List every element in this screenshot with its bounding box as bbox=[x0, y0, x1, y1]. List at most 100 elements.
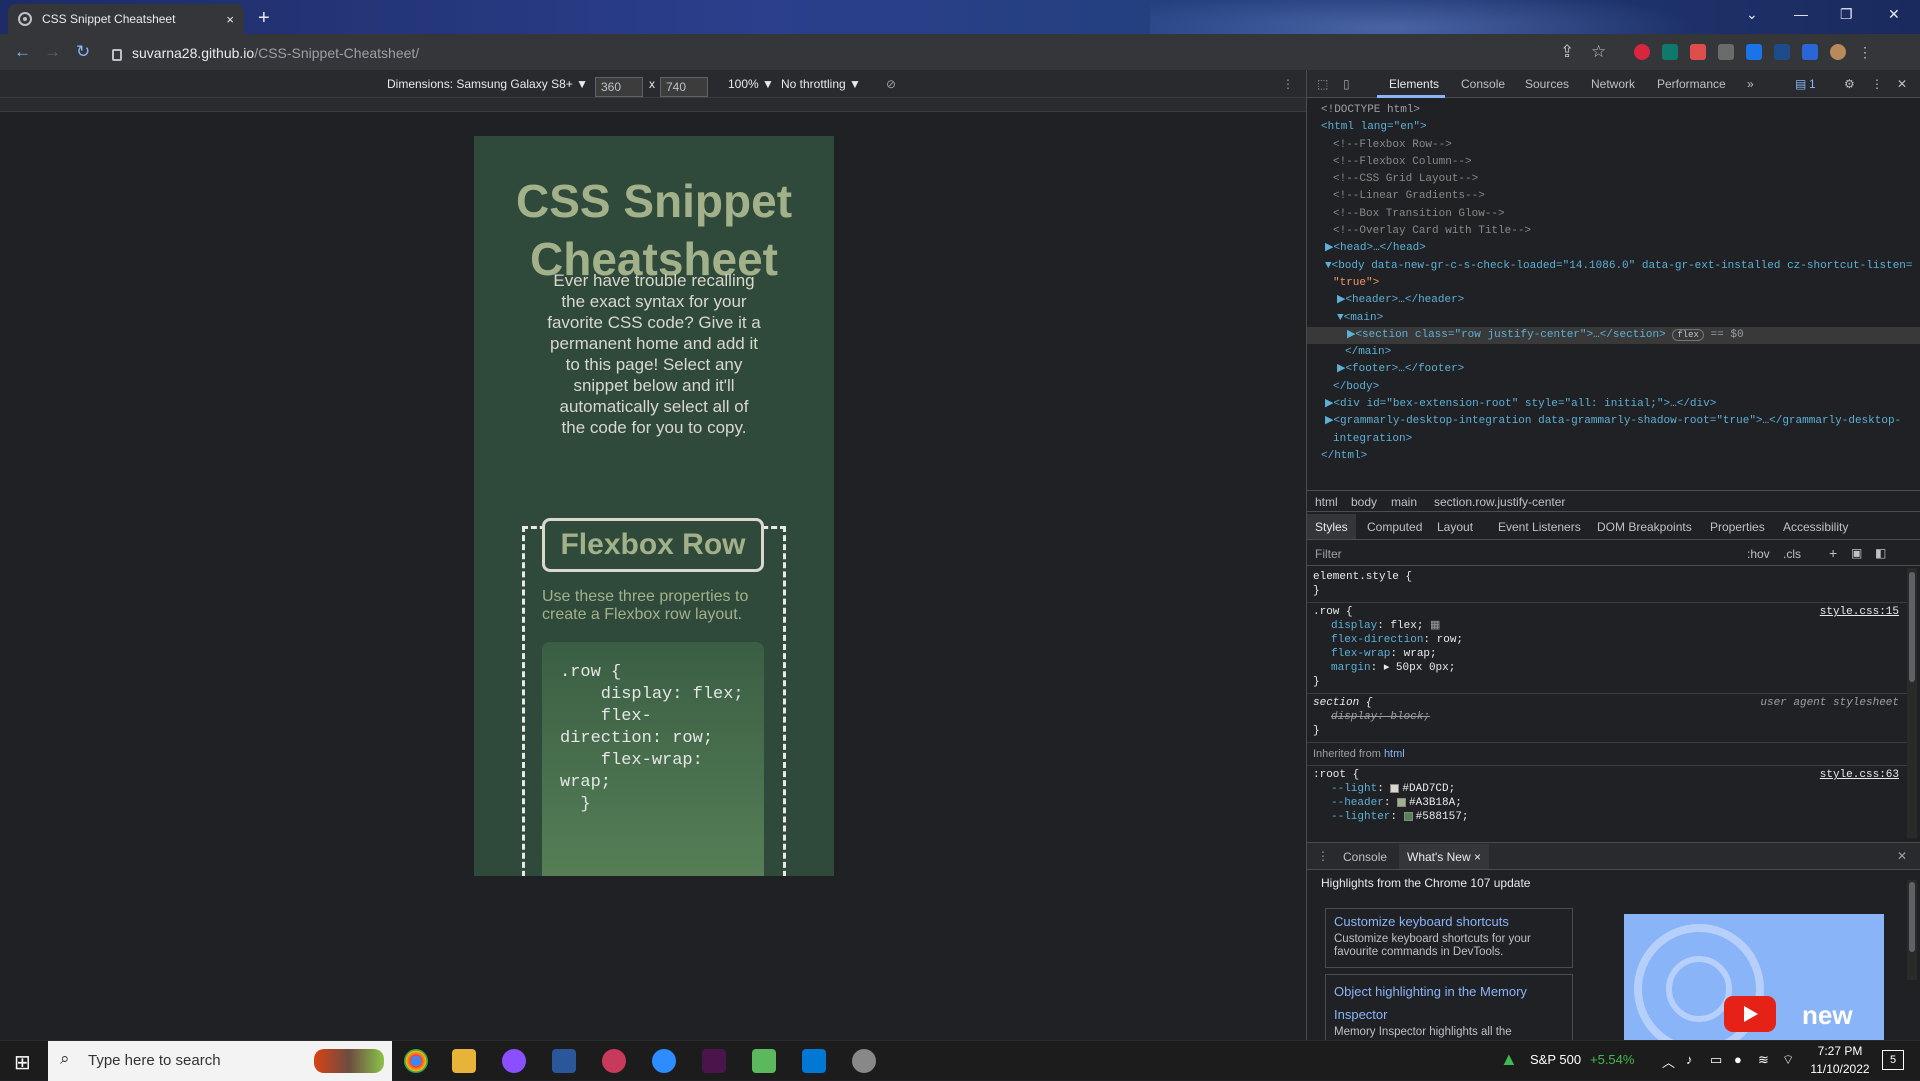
device-toggle-icon[interactable]: ▯ bbox=[1343, 77, 1350, 91]
tab-search-icon[interactable]: ⌄ bbox=[1746, 6, 1758, 23]
css-variable[interactable]: --header: #A3B18A; bbox=[1313, 796, 1901, 810]
snippet-code-block[interactable]: .row { display: flex; flex- direction: r… bbox=[542, 642, 764, 876]
tab-network[interactable]: Network bbox=[1591, 77, 1635, 91]
new-rule-icon[interactable]: + bbox=[1829, 545, 1837, 561]
css-variable[interactable]: --lighter: #588157; bbox=[1313, 810, 1901, 824]
breadcrumb-html[interactable]: html bbox=[1315, 495, 1338, 509]
tab-dom-breakpoints[interactable]: DOM Breakpoints bbox=[1597, 520, 1692, 534]
notification-badge[interactable]: 5 bbox=[1882, 1050, 1904, 1070]
color-swatch[interactable] bbox=[1397, 797, 1407, 807]
device-dimensions-select[interactable]: Dimensions: Samsung Galaxy S8+ ▼ bbox=[387, 77, 588, 91]
drawer-scrollbar[interactable] bbox=[1907, 880, 1917, 980]
zoom-icon[interactable] bbox=[652, 1049, 676, 1073]
dom-node-grammarly-cont[interactable]: integration> bbox=[1307, 431, 1920, 448]
media-query-ruler[interactable] bbox=[0, 98, 1306, 112]
dom-node-header[interactable]: ▶<header>…</header> bbox=[1307, 292, 1920, 309]
dom-node-footer[interactable]: ▶<footer>…</footer> bbox=[1307, 361, 1920, 378]
issues-badge[interactable]: 1 bbox=[1809, 77, 1816, 91]
section-rule[interactable]: section { user agent stylesheet display:… bbox=[1307, 694, 1907, 743]
drawer-tab-console[interactable]: Console bbox=[1343, 850, 1387, 864]
url-field[interactable]: suvarna28.github.io /CSS-Snippet-Cheatsh… bbox=[112, 41, 1552, 65]
styles-scrollbar[interactable] bbox=[1907, 568, 1917, 838]
whats-new-item-title[interactable]: Customize keyboard shortcuts bbox=[1334, 914, 1564, 929]
tab-close-button[interactable]: × bbox=[226, 12, 234, 27]
minimize-button[interactable]: — bbox=[1794, 6, 1808, 22]
clock-time[interactable]: 7:27 PM bbox=[1808, 1044, 1872, 1058]
settings-gear-icon[interactable]: ⚙ bbox=[1844, 77, 1855, 91]
whats-new-item-title[interactable]: Object highlighting in the Memory Inspec… bbox=[1334, 980, 1564, 1026]
tab-computed[interactable]: Computed bbox=[1367, 520, 1422, 534]
dom-node-body-cont[interactable]: "true"> bbox=[1307, 275, 1920, 292]
battery-icon[interactable]: ▭ bbox=[1710, 1052, 1722, 1068]
css-variable[interactable]: --light: #DAD7CD; bbox=[1313, 782, 1901, 796]
photos-icon[interactable] bbox=[602, 1049, 626, 1073]
tray-overflow-icon[interactable]: ︿ bbox=[1662, 1052, 1675, 1071]
video-extension-icon[interactable] bbox=[1690, 44, 1706, 60]
css-declaration-overridden[interactable]: display: block; bbox=[1313, 710, 1901, 724]
bookmark-star-icon[interactable]: ☆ bbox=[1591, 42, 1606, 62]
chrome-update-video-thumbnail[interactable]: new bbox=[1624, 914, 1884, 1040]
youtube-play-icon[interactable] bbox=[1724, 996, 1776, 1032]
height-input[interactable]: 740 bbox=[660, 77, 708, 97]
outlook-icon[interactable] bbox=[552, 1049, 576, 1073]
flex-badge[interactable]: flex bbox=[1672, 328, 1704, 341]
drawer-menu-icon[interactable]: ⋮ bbox=[1317, 849, 1329, 863]
network-icon[interactable]: ≋ bbox=[1758, 1052, 1769, 1068]
dom-node-body-close[interactable]: </body> bbox=[1307, 379, 1920, 396]
color-swatch[interactable] bbox=[1403, 811, 1413, 821]
devtools-close-icon[interactable]: ✕ bbox=[1897, 77, 1907, 91]
sidebar-extension-icon[interactable] bbox=[1802, 44, 1818, 60]
tab-elements[interactable]: Elements bbox=[1389, 77, 1439, 91]
root-source-link[interactable]: style.css:63 bbox=[1820, 768, 1899, 782]
dom-comment[interactable]: <!--Linear Gradients--> bbox=[1307, 188, 1920, 205]
app-icon[interactable] bbox=[852, 1049, 876, 1073]
devtools-menu-icon[interactable]: ⋮ bbox=[1871, 77, 1883, 91]
tab-performance[interactable]: Performance bbox=[1657, 77, 1726, 91]
drawer-close-icon[interactable]: ✕ bbox=[1897, 849, 1907, 863]
whats-new-item[interactable]: Customize keyboard shortcuts Customize k… bbox=[1325, 908, 1573, 968]
pen-extension-icon[interactable] bbox=[1718, 44, 1734, 60]
tab-sources[interactable]: Sources bbox=[1525, 77, 1569, 91]
dom-node[interactable]: <html lang="en"> bbox=[1307, 119, 1920, 136]
dom-node-head[interactable]: ▶<head>…</head> bbox=[1307, 240, 1920, 257]
reload-icon[interactable]: ↻ bbox=[76, 42, 90, 62]
dom-comment[interactable]: <!--CSS Grid Layout--> bbox=[1307, 171, 1920, 188]
maps-icon[interactable] bbox=[752, 1049, 776, 1073]
tab-properties[interactable]: Properties bbox=[1710, 520, 1765, 534]
file-explorer-icon[interactable] bbox=[452, 1049, 476, 1073]
share-icon[interactable]: ⇪ bbox=[1560, 42, 1574, 62]
dom-node[interactable]: <!DOCTYPE html> bbox=[1307, 102, 1920, 119]
inherited-link[interactable]: html bbox=[1384, 748, 1405, 760]
volume-icon[interactable]: ♪ bbox=[1686, 1052, 1693, 1067]
styles-filter-input[interactable]: Filter bbox=[1315, 547, 1342, 561]
dom-node-section-selected[interactable]: ▶<section class="row justify-center">…</… bbox=[1307, 326, 1920, 345]
zoom-select[interactable]: 100% ▼ bbox=[728, 77, 774, 91]
dom-node-body[interactable]: ▼<body data-new-gr-c-s-check-loaded="14.… bbox=[1307, 258, 1920, 275]
puzzle-extension-icon[interactable] bbox=[1746, 44, 1762, 60]
extension-icon[interactable] bbox=[1774, 44, 1790, 60]
drawer-scroll-thumb[interactable] bbox=[1909, 882, 1915, 952]
tab-styles[interactable]: Styles bbox=[1307, 514, 1356, 539]
row-rule[interactable]: .row { style.css:15 display: flex; ▦ fle… bbox=[1307, 603, 1907, 694]
flex-editor-icon[interactable]: ▦ bbox=[1430, 620, 1440, 632]
browser-tab[interactable]: CSS Snippet Cheatsheet × bbox=[8, 4, 244, 34]
dom-comment[interactable]: <!--Box Transition Glow--> bbox=[1307, 206, 1920, 223]
profile-avatar[interactable] bbox=[1830, 44, 1846, 60]
inspect-element-icon[interactable]: ⬚ bbox=[1317, 77, 1328, 91]
vscode-icon[interactable] bbox=[802, 1049, 826, 1073]
dom-node-main-close[interactable]: </main> bbox=[1307, 344, 1920, 361]
tab-event-listeners[interactable]: Event Listeners bbox=[1498, 520, 1581, 534]
dom-tree[interactable]: <!DOCTYPE html> <html lang="en"> <!--Fle… bbox=[1307, 100, 1920, 480]
wifi-icon[interactable]: ⌔ bbox=[1782, 1052, 1794, 1068]
stock-change[interactable]: +5.54% bbox=[1590, 1052, 1634, 1067]
element-style-rule[interactable]: element.style { } bbox=[1307, 568, 1907, 603]
paint-icon[interactable]: ▣ bbox=[1851, 546, 1862, 560]
more-tabs-button[interactable]: » bbox=[1747, 77, 1754, 91]
close-window-button[interactable]: ✕ bbox=[1888, 6, 1900, 23]
styles-scroll-thumb[interactable] bbox=[1909, 572, 1915, 682]
root-rule[interactable]: :root { style.css:63 --light: #DAD7CD; -… bbox=[1307, 766, 1907, 828]
grammarly-extension-icon[interactable] bbox=[1662, 44, 1678, 60]
restore-button[interactable]: ❐ bbox=[1840, 6, 1853, 23]
dom-comment[interactable]: <!--Overlay Card with Title--> bbox=[1307, 223, 1920, 240]
hov-toggle[interactable]: :hov bbox=[1747, 547, 1770, 561]
